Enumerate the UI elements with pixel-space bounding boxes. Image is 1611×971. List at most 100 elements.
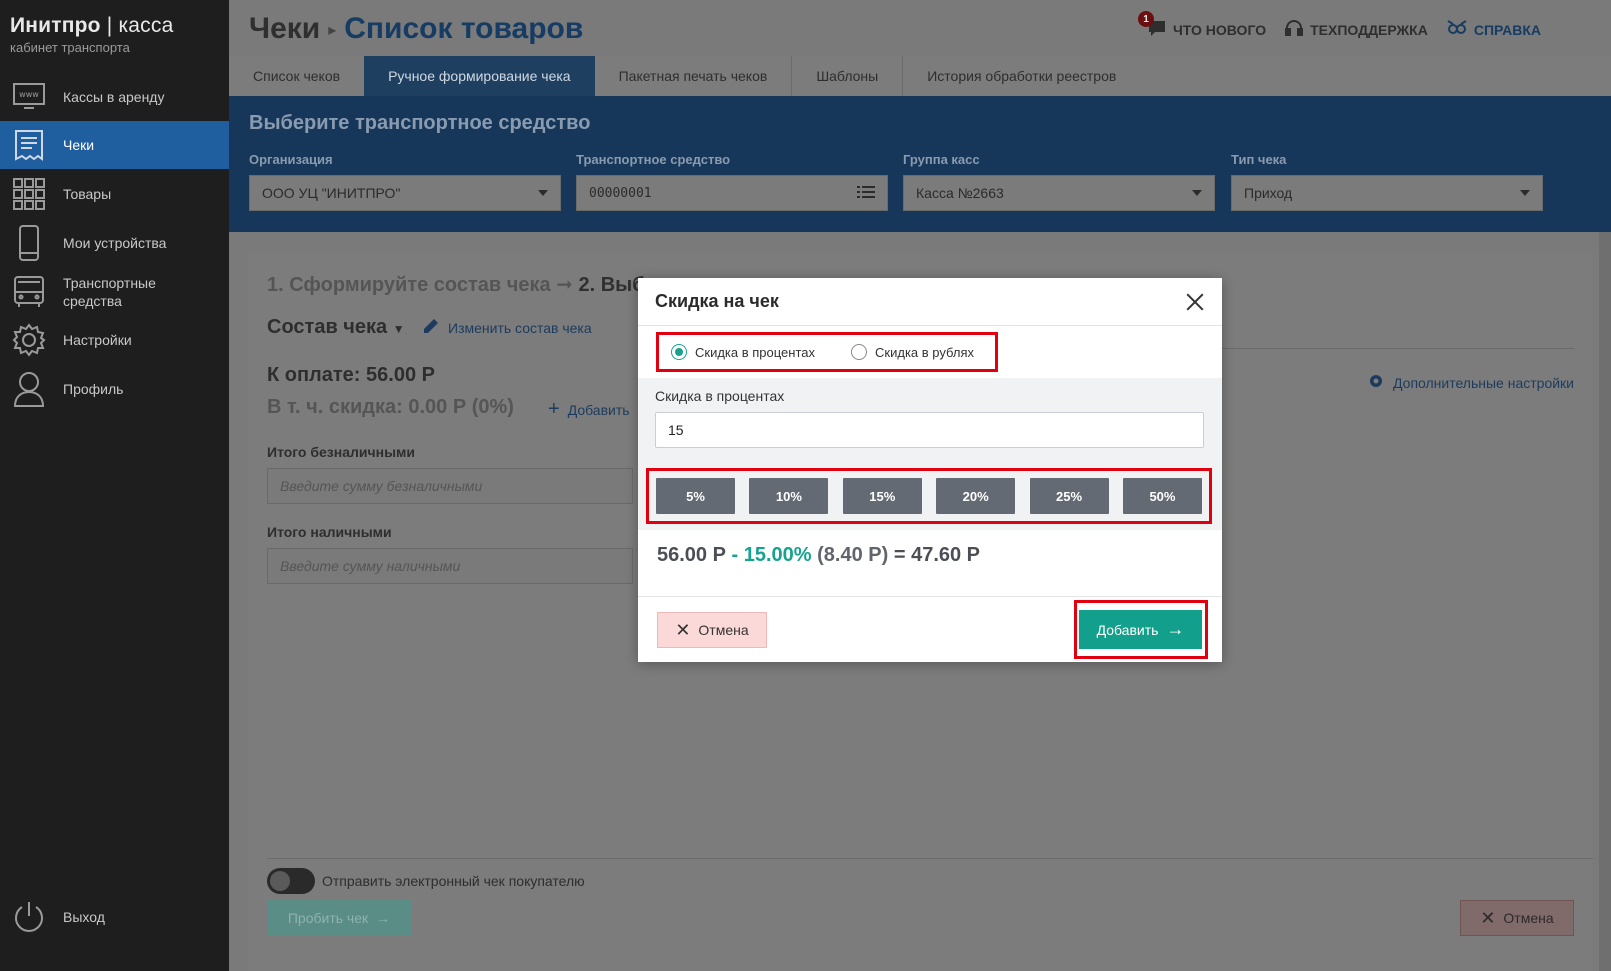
modal-header: Скидка на чек (638, 278, 1222, 326)
steps-indicator: 1. Сформируйте состав чека ➞ 2. Выб (267, 272, 645, 297)
preset-20-button[interactable]: 20% (936, 478, 1016, 514)
close-icon: ✕ (1480, 907, 1496, 928)
sidebar-item-devices[interactable]: Мои устройства (0, 219, 229, 267)
discount-type-group: Скидка в процентах Скидка в рублях (656, 332, 998, 372)
logout-label: Выход (63, 909, 105, 925)
support-label: ТЕХПОДДЕРЖКА (1310, 21, 1428, 38)
receipt-composition-toggle[interactable]: Состав чека ▼ (267, 316, 405, 339)
sidebar-item-vehicles[interactable]: Транспортные средства (0, 268, 229, 316)
cash-group-value: Касса №2663 (916, 185, 1004, 201)
vehicle-field: Транспортное средство 00000001 (576, 152, 888, 211)
preset-5-button[interactable]: 5% (656, 478, 735, 514)
preset-15-button[interactable]: 15% (842, 478, 922, 514)
whats-new-link[interactable]: 1 ЧТО НОВОГО (1137, 11, 1266, 41)
discount-percent-input[interactable]: 15 (655, 412, 1204, 448)
www-monitor-icon: www (12, 80, 46, 114)
calc-result: = 47.60 Р (888, 544, 981, 566)
vehicle-input[interactable]: 00000001 (576, 175, 888, 211)
tab-templates[interactable]: Шаблоны (792, 56, 904, 96)
sidebar: Инитпро | касса кабинет транспорта www К… (0, 0, 229, 971)
step-2: 2. Выб (578, 274, 645, 296)
calc-percent: 15.00% (743, 544, 812, 566)
receipt-type-value: Приход (1244, 185, 1293, 201)
cashless-input[interactable]: Введите сумму безналичными (267, 468, 633, 504)
bus-icon (12, 275, 46, 309)
chevron-down-icon (1520, 190, 1530, 196)
cash-group-select[interactable]: Касса №2663 (903, 175, 1215, 211)
receipt-type-field: Тип чека Приход (1231, 152, 1543, 211)
divider (267, 858, 1593, 859)
tab-batch-print[interactable]: Пакетная печать чеков (595, 56, 793, 96)
sidebar-item-label: Чеки (63, 137, 95, 153)
scrollbar[interactable] (1599, 232, 1611, 971)
list-icon[interactable] (857, 185, 875, 202)
support-link[interactable]: ТЕХПОДДЕРЖКА (1284, 18, 1428, 41)
logout-button[interactable]: Выход (0, 893, 229, 941)
gear-icon (12, 323, 46, 357)
arrow-right-icon: → (376, 910, 391, 926)
grid-icon (12, 177, 46, 211)
modal-add-button[interactable]: Добавить → (1079, 610, 1202, 649)
calc-minus: - (725, 544, 744, 566)
sidebar-item-receipts[interactable]: Чеки (0, 121, 229, 169)
calc-base: 56.00 Р (657, 544, 726, 566)
page-title-sub: Список товаров (344, 12, 584, 45)
discount-input-section: Скидка в процентах 15 5% 10% 15% 20% 25%… (638, 378, 1222, 530)
discount-summary: В т. ч. скидка: 0.00 Р (0%) (267, 396, 514, 418)
cancel-button[interactable]: ✕ Отмена (1460, 900, 1574, 936)
preset-10-button[interactable]: 10% (749, 478, 829, 514)
punch-receipt-button[interactable]: Пробить чек → (267, 900, 411, 936)
edit-composition-label: Изменить состав чека (448, 319, 592, 336)
page-title-main: Чеки (249, 12, 321, 45)
preset-25-button[interactable]: 25% (1029, 478, 1109, 514)
user-icon (12, 372, 46, 407)
help-link[interactable]: СПРАВКА (1446, 18, 1541, 41)
radio-rubles[interactable]: Скидка в рублях (851, 344, 974, 360)
vehicle-select-band: Выберите транспортное средство Организац… (229, 96, 1611, 232)
sidebar-item-label: Мои устройства (63, 235, 167, 251)
sidebar-item-rent[interactable]: www Кассы в аренду (0, 73, 229, 121)
add-discount-label: Добавить (567, 401, 630, 418)
edit-composition-link[interactable]: Изменить состав чека (422, 317, 592, 338)
add-discount-link[interactable]: + Добавить (548, 398, 630, 421)
send-email-toggle[interactable] (267, 868, 315, 894)
radio-checked-icon (671, 344, 687, 360)
notification-badge: 1 (1137, 11, 1154, 27)
header-links: 1 ЧТО НОВОГО ТЕХПОДДЕРЖКА СПРАВКА (1137, 11, 1541, 41)
cash-group-label: Группа касс (903, 152, 980, 167)
discount-calculation: 56.00 Р - 15.00% (8.40 Р) = 47.60 Р (657, 544, 980, 567)
cash-group-field: Группа касс Касса №2663 (903, 152, 1215, 211)
radio-percent[interactable]: Скидка в процентах (671, 344, 815, 360)
chevron-down-icon (1192, 190, 1202, 196)
close-icon[interactable] (1185, 292, 1205, 312)
tab-registry-history[interactable]: История обработки реестров (903, 56, 1140, 96)
extra-settings-link[interactable]: Дополнительные настройки (1367, 372, 1574, 393)
vehicle-select-title: Выберите транспортное средство (249, 112, 591, 134)
radio-percent-label: Скидка в процентах (695, 344, 816, 360)
cash-input[interactable]: Введите сумму наличными (267, 548, 633, 584)
page-title: Чеки ▸ Список товаров (249, 12, 583, 46)
tab-manual-receipt[interactable]: Ручное формирование чека (364, 56, 595, 96)
headset-icon (1284, 18, 1304, 41)
tab-bar: Список чеков Ручное формирование чека Па… (229, 56, 1611, 96)
radio-rubles-label: Скидка в рублях (875, 344, 974, 360)
tab-receipts-list[interactable]: Список чеков (229, 56, 364, 96)
discount-modal: Скидка на чек Скидка в процентах Скидка … (638, 278, 1222, 662)
preset-buttons: 5% 10% 15% 20% 25% 50% (646, 468, 1212, 524)
total-to-pay: К оплате: 56.00 Р (267, 364, 435, 386)
plus-icon: + (548, 398, 560, 420)
sidebar-item-settings[interactable]: Настройки (0, 316, 229, 364)
receipt-type-select[interactable]: Приход (1231, 175, 1543, 211)
modal-cancel-button[interactable]: ✕ Отмена (657, 612, 767, 648)
sidebar-item-profile[interactable]: Профиль (0, 365, 229, 413)
gear-icon (1367, 372, 1385, 393)
preset-50-button[interactable]: 50% (1122, 478, 1202, 514)
cash-label: Итого наличными (267, 524, 392, 540)
modal-title: Скидка на чек (655, 291, 779, 311)
sidebar-item-goods[interactable]: Товары (0, 170, 229, 218)
brand-subtitle: кабинет транспорта (10, 40, 130, 55)
extra-settings-label: Дополнительные настройки (1393, 374, 1574, 391)
caret-down-icon: ▼ (392, 322, 405, 336)
organization-value: ООО УЦ "ИНИТПРО" (262, 185, 401, 201)
organization-select[interactable]: ООО УЦ "ИНИТПРО" (249, 175, 561, 211)
